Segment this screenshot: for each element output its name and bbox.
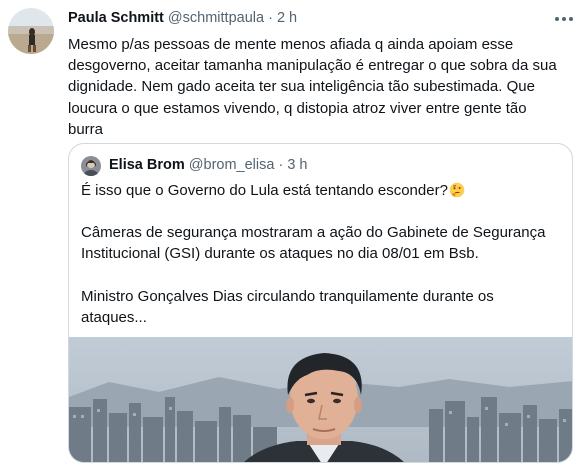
quoted-author-name: Elisa Brom — [109, 157, 185, 173]
quoted-text-line: É isso que o Governo do Lula está tentan… — [81, 180, 561, 201]
tweet-text-line: Mesmo p/as pessoas de mente menos afiada… — [68, 36, 514, 53]
quoted-author-avatar[interactable] — [81, 156, 101, 176]
more-horizontal-icon — [555, 17, 573, 21]
tweet-text-line: dignidade. Nem gado aceita ter sua intel… — [68, 78, 535, 96]
quoted-header-separator: · — [278, 157, 284, 173]
quoted-tweet-text: É isso que o Governo do Lula está tentan… — [81, 180, 561, 328]
more-options-button[interactable] — [551, 10, 577, 28]
tweet-time[interactable]: 2 h — [277, 10, 297, 26]
header-separator: · — [268, 10, 273, 26]
quoted-tweet-header: Elisa Brom @brom_elisa · 3 h — [109, 157, 308, 173]
tweet-header: Paula Schmitt @schmittpaula · 2 h — [68, 10, 545, 26]
author-name[interactable]: Paula Schmitt — [68, 10, 164, 26]
quoted-text-line: ataques... — [81, 308, 147, 326]
tweet-text-line: loucura o que estamos vivendo, q distopi… — [68, 99, 527, 117]
author-handle[interactable]: @schmittpaula — [168, 10, 264, 26]
thinking-face-emoji — [449, 182, 465, 198]
quoted-text-line: Institucional (GSI) durante os ataques n… — [81, 245, 479, 263]
quoted-video-thumbnail[interactable] — [69, 337, 572, 462]
quoted-tweet[interactable]: Elisa Brom @brom_elisa · 3 h É isso que … — [68, 143, 573, 463]
quoted-text-line: Câmeras de segurança mostraram a ação do… — [81, 224, 546, 242]
quoted-text-line: Ministro Gonçalves Dias circulando tranq… — [81, 287, 494, 305]
quoted-tweet-time: 3 h — [287, 157, 308, 173]
tweet-text-line: burra — [68, 120, 104, 138]
quoted-author-handle: @brom_elisa — [188, 157, 275, 173]
video-still-image — [69, 337, 572, 462]
author-avatar[interactable] — [8, 8, 54, 54]
tweet-text: Mesmo p/as pessoas de mente menos afiada… — [68, 34, 568, 140]
tweet-text-line: desgoverno, aceitar tamanha manipulação … — [68, 57, 557, 75]
quoted-question: É isso que o Governo do Lula está tentan… — [81, 182, 448, 199]
